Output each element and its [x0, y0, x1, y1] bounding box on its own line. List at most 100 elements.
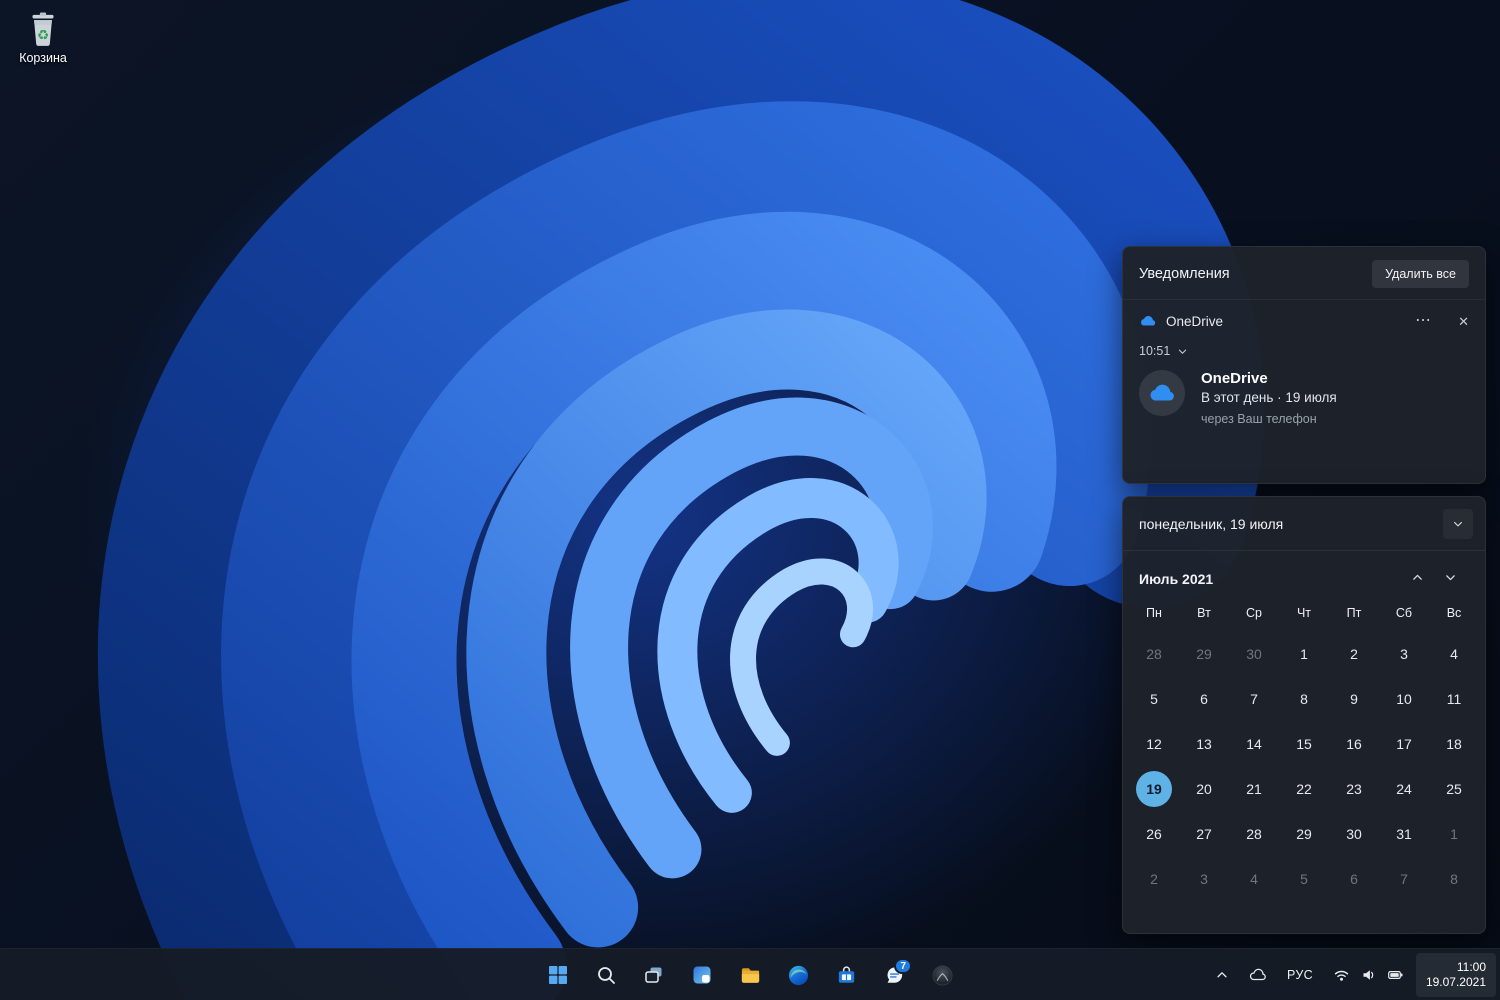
calendar-day[interactable]: 1 [1429, 811, 1479, 856]
calendar-day[interactable]: 13 [1179, 721, 1229, 766]
onedrive-tray-button[interactable] [1241, 955, 1275, 995]
calendar-day[interactable]: 3 [1379, 631, 1429, 676]
calendar-day[interactable]: 7 [1379, 856, 1429, 901]
calendar-day[interactable]: 17 [1379, 721, 1429, 766]
calendar-day[interactable]: 1 [1279, 631, 1329, 676]
notification-app-name: OneDrive [1166, 313, 1224, 329]
wifi-icon [1334, 970, 1349, 981]
calendar-day[interactable]: 10 [1379, 676, 1429, 721]
windows-start-icon [549, 966, 567, 984]
calendar-day[interactable]: 31 [1379, 811, 1429, 856]
clock-time: 11:00 [1456, 960, 1486, 974]
calendar-day[interactable]: 5 [1279, 856, 1329, 901]
more-options-icon[interactable]: ⋯ [1415, 313, 1431, 329]
calendar-day[interactable]: 8 [1279, 676, 1329, 721]
system-tray-button[interactable] [1325, 955, 1412, 995]
language-button[interactable]: РУС [1279, 955, 1321, 995]
clock-button[interactable]: 11:00 19.07.2021 [1415, 953, 1496, 997]
notification-card[interactable]: OneDrive В этот день · 19 июля через Ваш… [1123, 362, 1485, 442]
chevron-up-icon [1413, 574, 1422, 580]
notification-group-header: OneDrive ⋯ ✕ [1123, 300, 1485, 332]
calendar-day[interactable]: 21 [1229, 766, 1279, 811]
calendar-prev-month-button[interactable] [1401, 567, 1434, 591]
edge-button[interactable] [778, 955, 818, 995]
svg-text:♻: ♻ [37, 28, 49, 44]
calendar-day[interactable]: 2 [1329, 631, 1379, 676]
calendar-day[interactable]: 26 [1129, 811, 1179, 856]
notification-badge: 7 [894, 958, 912, 974]
weekday-label: Вт [1197, 606, 1211, 620]
search-icon [597, 966, 615, 984]
chevron-down-icon [1446, 575, 1455, 581]
clear-all-button[interactable]: Удалить все [1372, 260, 1469, 288]
calendar-day[interactable]: 12 [1129, 721, 1179, 766]
weekday-label: Сб [1395, 606, 1413, 620]
calendar-collapse-button[interactable] [1443, 508, 1473, 539]
recycle-bin-shortcut[interactable]: ♻ Корзина [10, 6, 76, 66]
task-view-button[interactable] [634, 955, 674, 995]
calendar-day[interactable]: 24 [1379, 766, 1429, 811]
calendar-day[interactable]: 30 [1329, 811, 1379, 856]
calendar-day[interactable]: 19 [1129, 766, 1179, 811]
notification-time-toggle[interactable]: 10:51 [1123, 332, 1485, 362]
notification-text: OneDrive В этот день · 19 июля через Ваш… [1201, 370, 1337, 426]
calendar-month-row: Июль 2021 [1123, 551, 1485, 595]
edge-browser-icon [788, 965, 808, 985]
calendar-day[interactable]: 8 [1429, 856, 1479, 901]
calendar-day[interactable]: 2 [1129, 856, 1179, 901]
calendar-day[interactable]: 16 [1329, 721, 1379, 766]
calendar-day[interactable]: 7 [1229, 676, 1279, 721]
chat-button[interactable]: 7 [874, 955, 914, 995]
start-button[interactable] [538, 955, 578, 995]
calendar-date-label: понедельник, 19 июля [1139, 515, 1284, 532]
calendar-day[interactable]: 28 [1129, 631, 1179, 676]
calendar-day[interactable]: 28 [1229, 811, 1279, 856]
store-button[interactable] [826, 955, 866, 995]
calendar-panel: понедельник, 19 июля Июль 2021 Пн Вт Ср Чт П… [1122, 496, 1486, 934]
calendar-header: понедельник, 19 июля [1123, 497, 1485, 551]
clock-date: 19.07.2021 [1425, 975, 1486, 989]
calendar-day[interactable]: 15 [1279, 721, 1329, 766]
search-button[interactable] [586, 955, 626, 995]
hidden-icons-button[interactable] [1207, 955, 1237, 995]
calendar-day[interactable]: 30 [1229, 631, 1279, 676]
recycle-bin-label: Корзина [19, 51, 67, 65]
calendar-day[interactable]: 22 [1279, 766, 1329, 811]
calendar-day[interactable]: 27 [1179, 811, 1229, 856]
language-label: РУС [1287, 968, 1313, 982]
calendar-day[interactable]: 4 [1229, 856, 1279, 901]
calendar-day[interactable]: 6 [1329, 856, 1379, 901]
volume-icon [1363, 970, 1374, 980]
weekday-label: Пт [1346, 606, 1362, 620]
calendar-day[interactable]: 18 [1429, 721, 1479, 766]
calendar-day[interactable]: 3 [1179, 856, 1229, 901]
calendar-day[interactable]: 4 [1429, 631, 1479, 676]
xbox-button[interactable] [922, 955, 962, 995]
onedrive-cloud-badge [1139, 370, 1185, 416]
chevron-down-icon [1454, 521, 1462, 526]
calendar-day[interactable]: 5 [1129, 676, 1179, 721]
file-explorer-button[interactable] [730, 955, 770, 995]
calendar-grid: 28 29 30 1 2 3 4 5 6 7 8 9 10 11 12 13 14 15 16 17 18 19 20 21 2… [1123, 631, 1485, 901]
calendar-next-month-button[interactable] [1434, 567, 1467, 591]
calendar-day[interactable]: 11 [1429, 676, 1479, 721]
weekday-label: Вс [1446, 606, 1462, 620]
calendar-day[interactable]: 6 [1179, 676, 1229, 721]
calendar-day[interactable]: 29 [1179, 631, 1229, 676]
taskbar: 7 РУС 11:00 19.07.2021 [0, 948, 1500, 1000]
calendar-day[interactable]: 25 [1429, 766, 1479, 811]
close-icon[interactable]: ✕ [1458, 315, 1469, 328]
notification-center-panel: Уведомления Удалить все OneDrive ⋯ ✕ 10:… [1122, 246, 1486, 484]
calendar-day[interactable]: 9 [1329, 676, 1379, 721]
calendar-day[interactable]: 14 [1229, 721, 1279, 766]
onedrive-app-icon [1141, 316, 1156, 326]
calendar-day[interactable]: 29 [1279, 811, 1329, 856]
task-view-icon [645, 967, 662, 983]
notification-center-header: Уведомления Удалить все [1123, 247, 1485, 300]
weekday-label: Пн [1146, 606, 1162, 620]
onedrive-cloud-icon [1150, 384, 1174, 401]
calendar-day[interactable]: 23 [1329, 766, 1379, 811]
widgets-button[interactable] [682, 955, 722, 995]
chevron-down-icon [1179, 349, 1187, 354]
calendar-day[interactable]: 20 [1179, 766, 1229, 811]
